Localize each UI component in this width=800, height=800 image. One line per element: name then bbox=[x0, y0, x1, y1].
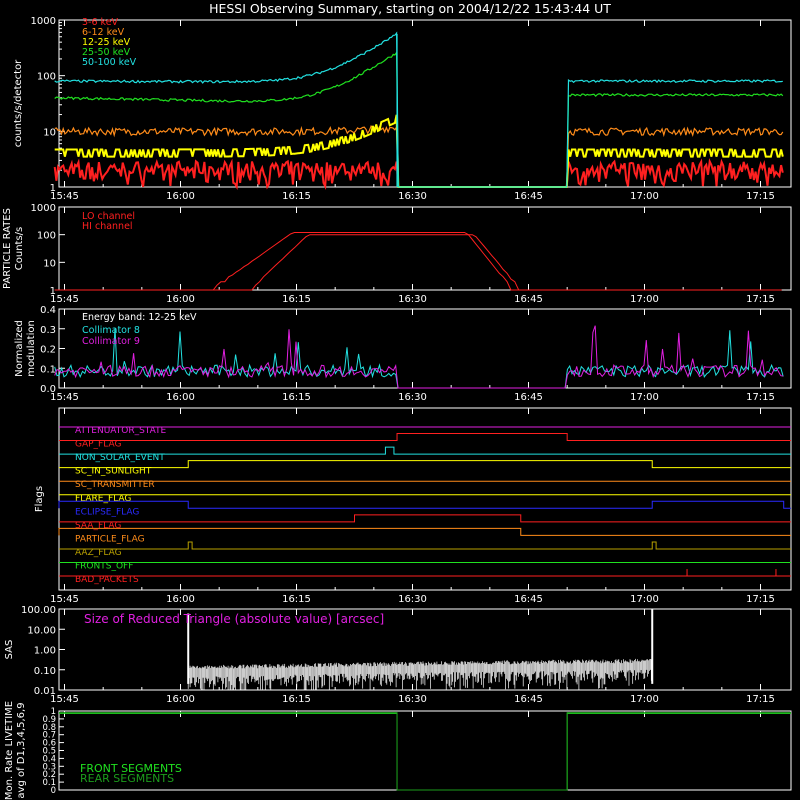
x-tick-label: 16:00 bbox=[166, 294, 195, 305]
y-tick-label: 1 bbox=[50, 183, 56, 194]
y-tick-label: 10.00 bbox=[27, 625, 56, 636]
x-tick-label: 16:30 bbox=[398, 294, 427, 305]
x-tick-label: 16:45 bbox=[514, 191, 543, 202]
y-tick-label: 0.0 bbox=[40, 384, 56, 395]
x-tick-label: 16:15 bbox=[282, 694, 311, 705]
y-tick-label: 100.00 bbox=[21, 605, 56, 616]
x-tick-label: 16:30 bbox=[398, 392, 427, 403]
x-tick-label: 17:00 bbox=[630, 191, 659, 202]
x-tick-label: 16:15 bbox=[282, 294, 311, 305]
legend-entry: HI channel bbox=[82, 221, 133, 232]
x-tick-label: 16:15 bbox=[282, 392, 311, 403]
y-tick-label: 100 bbox=[37, 72, 56, 83]
x-tick-label: 17:15 bbox=[746, 294, 775, 305]
y-axis-label-2: Counts/s bbox=[14, 227, 25, 271]
energy-band-label: Energy band: 12-25 keV bbox=[82, 312, 197, 323]
x-tick-label: 16:00 bbox=[166, 594, 195, 605]
y-tick-label: 1000 bbox=[31, 16, 56, 27]
y-tick-label: 0.01 bbox=[34, 686, 56, 697]
legend-entry: 50-100 keV bbox=[82, 57, 137, 68]
x-tick-label: 16:45 bbox=[514, 694, 543, 705]
x-tick-label: 17:00 bbox=[630, 694, 659, 705]
legend-entry: Collimator 9 bbox=[82, 336, 140, 347]
y-tick-label: 0.3 bbox=[40, 325, 56, 336]
sas-annotation: Size of Reduced Triangle (absolute value… bbox=[84, 612, 384, 626]
y-tick-label: 0.10 bbox=[34, 666, 56, 677]
x-tick-label: 17:00 bbox=[630, 594, 659, 605]
x-tick-label: 16:30 bbox=[398, 191, 427, 202]
y-axis-label: counts/s/detector bbox=[13, 59, 24, 147]
x-tick-label: 16:15 bbox=[282, 191, 311, 202]
x-tick-label: 16:45 bbox=[514, 294, 543, 305]
x-tick-label: 16:00 bbox=[166, 191, 195, 202]
y-tick-label: 1000 bbox=[31, 203, 56, 214]
y-tick-label: 1 bbox=[51, 707, 56, 717]
y-tick-label: 1 bbox=[50, 286, 56, 297]
y-tick-label: 10 bbox=[43, 258, 56, 269]
y-tick-label: 10 bbox=[43, 127, 56, 138]
x-tick-label: 16:00 bbox=[166, 694, 195, 705]
y-axis-label: Normalized bbox=[14, 320, 25, 377]
y-axis-label-2: avg of D1,3,4,5,6,9 bbox=[16, 702, 27, 798]
x-tick-label: 16:00 bbox=[166, 392, 195, 403]
x-tick-label: 17:00 bbox=[630, 392, 659, 403]
x-tick-label: 16:45 bbox=[514, 392, 543, 403]
x-tick-label: 16:30 bbox=[398, 694, 427, 705]
hessi-summary-figure: HESSI Observing Summary, starting on 200… bbox=[0, 0, 800, 800]
x-tick-label: 16:45 bbox=[514, 594, 543, 605]
y-tick-label: 0.1 bbox=[40, 364, 56, 375]
flag-label: ECLIPSE_FLAG bbox=[75, 507, 139, 517]
legend-entry: Collimator 8 bbox=[82, 325, 140, 336]
flag-label: PARTICLE_FLAG bbox=[75, 534, 145, 544]
y-axis-label: PARTICLE RATES bbox=[2, 208, 13, 289]
x-tick-label: 15:45 bbox=[50, 594, 79, 605]
x-tick-label: 17:15 bbox=[746, 694, 775, 705]
x-tick-label: 17:15 bbox=[746, 191, 775, 202]
y-tick-label: 100 bbox=[37, 231, 56, 242]
y-axis-label: SAS bbox=[4, 640, 15, 660]
x-tick-label: 17:15 bbox=[746, 594, 775, 605]
x-tick-label: 17:00 bbox=[630, 294, 659, 305]
y-tick-label: 1.00 bbox=[34, 646, 56, 657]
y-axis-label: Mon. Rate LIVETIME bbox=[4, 701, 15, 800]
y-axis-label: Flags bbox=[34, 486, 45, 512]
figure-title: HESSI Observing Summary, starting on 200… bbox=[209, 1, 611, 16]
x-tick-label: 16:30 bbox=[398, 594, 427, 605]
legend-entry: REAR SEGMENTS bbox=[80, 772, 174, 785]
y-axis-label-2: modulation bbox=[26, 320, 37, 377]
y-tick-label: 0.2 bbox=[40, 345, 56, 356]
y-tick-label: 0.4 bbox=[40, 305, 56, 316]
x-tick-label: 17:15 bbox=[746, 392, 775, 403]
x-tick-label: 16:15 bbox=[282, 594, 311, 605]
